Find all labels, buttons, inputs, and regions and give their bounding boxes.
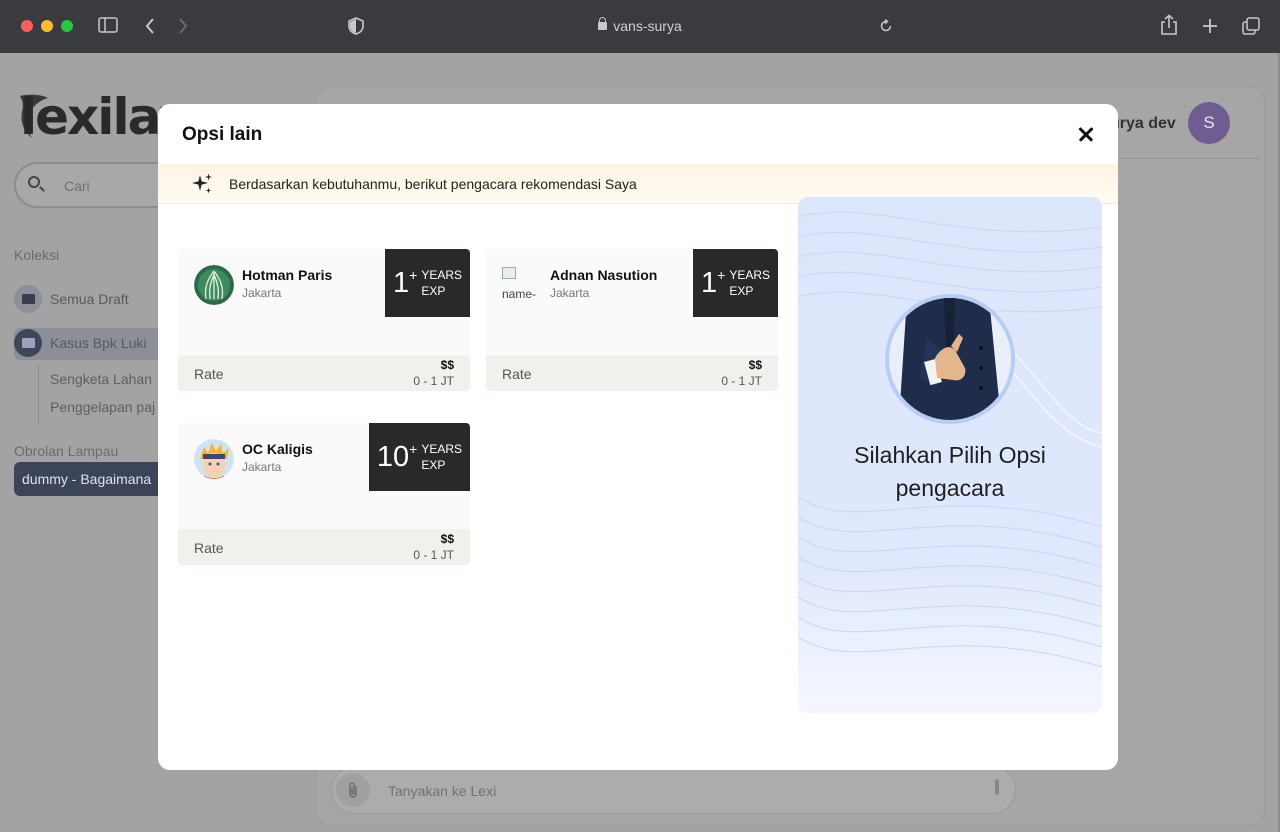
folder-item-kasus-bpk-luki[interactable]: Kasus Bpk Luki bbox=[14, 328, 147, 358]
folder-open-icon bbox=[14, 329, 42, 357]
lawyer-card-oc-kaligis[interactable]: OC Kaligis Jakarta 10 + YEARS EXP Rate $$… bbox=[178, 423, 470, 565]
browser-toolbar: vans-surya bbox=[0, 0, 1280, 53]
user-avatar[interactable]: S bbox=[1188, 102, 1230, 144]
mic-indicator-icon bbox=[995, 779, 999, 795]
rate-footer: Rate $$ 0 - 1 JT bbox=[178, 529, 470, 565]
search-icon bbox=[28, 176, 40, 188]
exp-label: EXP bbox=[421, 284, 446, 298]
subfolder-line bbox=[38, 364, 39, 424]
tabs-overview-icon[interactable] bbox=[1242, 17, 1260, 35]
lawyer-card-hotman-paris[interactable]: Hotman Paris Jakarta 1 + YEARS EXP Rate $… bbox=[178, 249, 470, 391]
chat-input[interactable]: Tanyakan ke Lexi bbox=[331, 766, 1016, 814]
sparkle-icon bbox=[192, 173, 212, 194]
folder-icon bbox=[14, 285, 42, 313]
selection-prompt-panel: Silahkan Pilih Opsi pengacara bbox=[798, 197, 1102, 713]
lawyer-avatar bbox=[194, 439, 234, 479]
lawyer-city: Jakarta bbox=[242, 286, 282, 300]
years-label: YEARS bbox=[421, 268, 462, 282]
rate-label: Rate bbox=[502, 366, 532, 382]
experience-plus: + bbox=[409, 267, 418, 283]
user-name[interactable]: urya dev bbox=[1110, 115, 1176, 133]
experience-badge: 1 + YEARS EXP bbox=[384, 249, 470, 317]
new-tab-icon[interactable] bbox=[1202, 18, 1218, 34]
address-bar[interactable]: vans-surya bbox=[0, 17, 1280, 34]
experience-plus: + bbox=[717, 267, 726, 283]
handshake-illustration bbox=[885, 294, 1015, 424]
experience-badge: 10 + YEARS EXP bbox=[368, 423, 470, 491]
lawyer-options-modal: Opsi lain Berdasarkan kebutuhanmu, berik… bbox=[158, 104, 1118, 770]
recent-chat-item[interactable]: dummy - Bagaimana bbox=[14, 462, 164, 496]
close-icon[interactable] bbox=[1074, 122, 1098, 146]
price-level: $$ bbox=[748, 358, 762, 372]
exp-label: EXP bbox=[421, 458, 446, 472]
lawyer-card-adnan-nasution[interactable]: name- Adnan Nasution Jakarta 1 + YEARS EX… bbox=[486, 249, 778, 391]
search-placeholder: Cari bbox=[64, 178, 90, 194]
price-range: 0 - 1 JT bbox=[721, 374, 762, 388]
banner-text: Berdasarkan kebutuhanmu, berikut pengaca… bbox=[229, 176, 637, 192]
folder-item-all-drafts[interactable]: Semua Draft bbox=[14, 284, 129, 314]
lawyer-name: Hotman Paris bbox=[242, 267, 333, 283]
price-range: 0 - 1 JT bbox=[413, 374, 454, 388]
lawyer-city: Jakarta bbox=[550, 286, 590, 300]
lawyer-avatar bbox=[194, 265, 234, 305]
lawyer-name: OC Kaligis bbox=[242, 441, 313, 457]
exp-label: EXP bbox=[729, 284, 754, 298]
share-icon[interactable] bbox=[1160, 14, 1178, 36]
rate-label: Rate bbox=[194, 540, 224, 556]
rate-label: Rate bbox=[194, 366, 224, 382]
header-divider bbox=[1118, 158, 1260, 159]
experience-badge: 1 + YEARS EXP bbox=[692, 249, 778, 317]
rate-footer: Rate $$ 0 - 1 JT bbox=[486, 355, 778, 391]
lock-icon bbox=[598, 17, 608, 30]
collections-label: Koleksi bbox=[14, 247, 60, 263]
price-level: $$ bbox=[440, 358, 454, 372]
subfolder-item[interactable]: Penggelapan paj bbox=[50, 399, 155, 415]
lawyer-city: Jakarta bbox=[242, 460, 282, 474]
experience-years: 10 bbox=[376, 440, 410, 473]
broken-image-icon: name- bbox=[502, 265, 542, 305]
folder-label: Kasus Bpk Luki bbox=[50, 335, 147, 351]
price-range: 0 - 1 JT bbox=[413, 548, 454, 562]
years-label: YEARS bbox=[421, 442, 462, 456]
years-label: YEARS bbox=[729, 268, 770, 282]
price-level: $$ bbox=[440, 532, 454, 546]
experience-years: 1 bbox=[392, 266, 410, 299]
reload-icon[interactable] bbox=[879, 19, 893, 33]
folder-label: Semua Draft bbox=[50, 291, 129, 307]
modal-title: Opsi lain bbox=[182, 124, 263, 145]
experience-plus: + bbox=[409, 441, 418, 457]
recent-chats-label: Obrolan Lampau bbox=[14, 443, 119, 459]
subfolder-item[interactable]: Sengketa Lahan bbox=[50, 371, 152, 387]
image-alt-text: name- bbox=[502, 287, 537, 301]
lawyer-name: Adnan Nasution bbox=[550, 267, 658, 283]
panel-message: Silahkan Pilih Opsi pengacara bbox=[854, 442, 1046, 501]
url-text: vans-surya bbox=[613, 18, 682, 34]
attachment-icon[interactable] bbox=[336, 773, 370, 807]
experience-years: 1 bbox=[700, 266, 718, 299]
rate-footer: Rate $$ 0 - 1 JT bbox=[178, 355, 470, 391]
chat-placeholder: Tanyakan ke Lexi bbox=[388, 783, 497, 799]
